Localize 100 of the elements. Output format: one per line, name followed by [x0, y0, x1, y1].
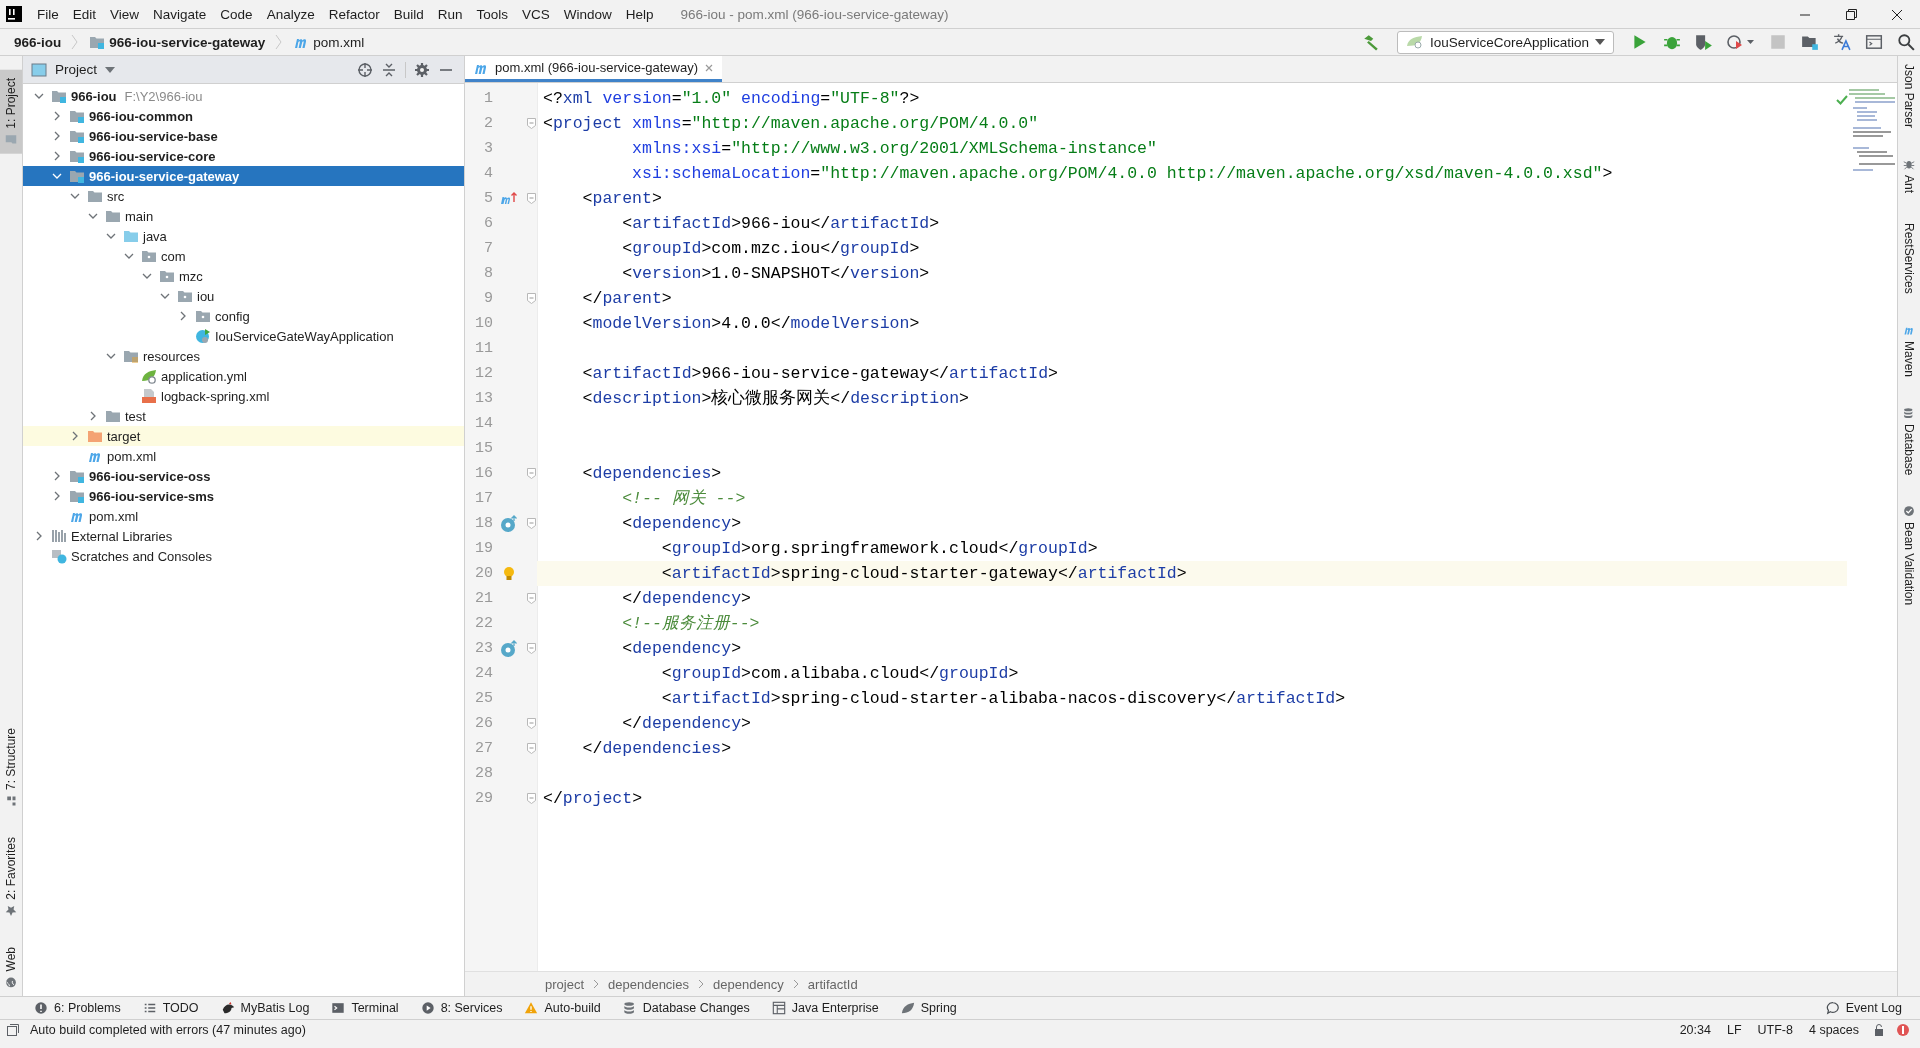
tree-item[interactable]: 966-iou-service-base [23, 126, 464, 146]
lock-icon[interactable] [1872, 1023, 1886, 1037]
tool-window-button[interactable]: Spring [892, 1001, 965, 1015]
lightbulb-icon[interactable] [502, 565, 516, 582]
tree-item[interactable]: application.yml [23, 366, 464, 386]
panel-title[interactable]: Project [55, 62, 98, 77]
tree-item[interactable]: config [23, 306, 464, 326]
close-icon[interactable] [704, 62, 714, 73]
tree-item[interactable]: 966-iou-common [23, 106, 464, 126]
menu-item[interactable]: Help [618, 6, 661, 22]
breadcrumb-item[interactable]: artifactId [807, 976, 858, 992]
tool-window-button[interactable]: Terminal [323, 1001, 407, 1015]
event-log-button[interactable]: Event Log [1817, 1001, 1910, 1015]
tree-item[interactable]: iou [23, 286, 464, 306]
tool-window-button[interactable]: Java Enterprise [763, 1001, 887, 1015]
tool-window-button[interactable]: Auto-build [516, 1001, 609, 1015]
tree-item[interactable]: logback-spring.xml [23, 386, 464, 406]
indent-setting[interactable]: 4 spaces [1805, 1023, 1862, 1037]
profiler-icon[interactable] [1727, 33, 1755, 51]
tree-item[interactable]: main [23, 206, 464, 226]
tree-item[interactable]: External Libraries [23, 526, 464, 546]
locate-icon[interactable] [357, 61, 373, 78]
fold-marker-icon[interactable] [526, 118, 536, 129]
tree-item[interactable]: 966-iou-service-core [23, 146, 464, 166]
tree-item[interactable]: resources [23, 346, 464, 366]
tool-window-button[interactable]: 1: Project [0, 70, 22, 154]
parent-link-icon[interactable] [500, 190, 518, 207]
tree-item[interactable]: src [23, 186, 464, 206]
tree-item[interactable]: mzc [23, 266, 464, 286]
fold-marker-icon[interactable] [526, 193, 536, 204]
tool-window-button[interactable]: 6: Problems [26, 1001, 129, 1015]
bean-icon[interactable] [500, 639, 518, 658]
editor-tab[interactable]: pom.xml (966-iou-service-gateway) [465, 56, 722, 82]
collapse-all-icon[interactable] [381, 61, 397, 78]
hammer-icon[interactable] [1361, 33, 1380, 51]
run-configuration-dropdown[interactable]: IouServiceCoreApplication [1396, 30, 1614, 54]
tool-window-button[interactable]: Bean Validation [1898, 497, 1920, 614]
tool-window-button[interactable]: 8: Services [412, 1001, 511, 1015]
tree-item[interactable]: IouServiceGateWayApplication [23, 326, 464, 346]
tree-item[interactable]: java [23, 226, 464, 246]
project-structure-icon[interactable] [1801, 33, 1819, 51]
tree-item[interactable]: 966-iou-service-sms [23, 486, 464, 506]
tool-window-button[interactable]: TODO [134, 1001, 207, 1015]
tree-item[interactable]: test [23, 406, 464, 426]
menu-item[interactable]: Window [556, 6, 619, 22]
breadcrumb-item[interactable]: 966-iou [10, 34, 66, 50]
tool-window-button[interactable]: Json Parser [1898, 56, 1920, 137]
caret-icon[interactable] [105, 66, 116, 73]
menu-item[interactable]: Code [213, 6, 260, 22]
tree-item[interactable]: pom.xml [23, 506, 464, 526]
fold-marker-icon[interactable] [526, 468, 536, 479]
tree-item[interactable]: target [23, 426, 464, 446]
notification-icon[interactable] [1896, 1023, 1910, 1037]
file-encoding[interactable]: UTF-8 [1754, 1023, 1796, 1037]
tool-window-button[interactable]: 7: Structure [0, 719, 22, 815]
fold-marker-icon[interactable] [526, 643, 536, 654]
menu-item[interactable]: VCS [515, 6, 557, 22]
breadcrumb-item[interactable]: dependencies [608, 976, 689, 992]
breadcrumb-item[interactable]: project [545, 976, 585, 992]
menu-item[interactable]: Edit [65, 6, 104, 22]
menu-item[interactable]: Run [430, 6, 470, 22]
breadcrumb-item[interactable]: dependency [713, 976, 784, 992]
tool-window-button[interactable]: Database [1898, 398, 1920, 484]
tree-item[interactable]: pom.xml [23, 446, 464, 466]
search-icon[interactable] [1897, 33, 1915, 51]
menu-item[interactable]: View [103, 6, 147, 22]
breadcrumb-item[interactable]: pom.xml [289, 34, 369, 50]
tree-item[interactable]: 966-iou-service-oss [23, 466, 464, 486]
breadcrumb-item[interactable]: 966-iou-service-gateway [85, 34, 270, 50]
window-icon[interactable] [1865, 33, 1883, 51]
tree-item[interactable]: Scratches and Consoles [23, 546, 464, 566]
tree-item[interactable]: 966-iou F:\Y2\966-iou [23, 86, 464, 106]
translate-icon[interactable] [1833, 33, 1851, 51]
tool-window-button[interactable]: Ant [1898, 150, 1920, 202]
fold-marker-icon[interactable] [526, 718, 536, 729]
settings-icon[interactable] [414, 61, 430, 78]
menu-item[interactable]: Refactor [321, 6, 387, 22]
menu-item[interactable]: Tools [469, 6, 515, 22]
shield-run-icon[interactable] [1695, 33, 1713, 51]
tree-item[interactable]: com [23, 246, 464, 266]
fold-marker-icon[interactable] [526, 293, 536, 304]
tool-window-button[interactable]: Web [0, 938, 22, 996]
caret-position[interactable]: 20:34 [1676, 1023, 1714, 1037]
menu-item[interactable]: File [30, 6, 66, 22]
tool-window-button[interactable]: 2: Favorites [0, 828, 22, 925]
fold-marker-icon[interactable] [526, 793, 536, 804]
menu-item[interactable]: Build [386, 6, 431, 22]
menu-item[interactable]: Analyze [259, 6, 322, 22]
tool-window-button[interactable]: Database Changes [614, 1001, 758, 1015]
tool-window-button[interactable]: MyBatis Log [212, 1001, 318, 1015]
menu-item[interactable]: Navigate [146, 6, 214, 22]
fold-marker-icon[interactable] [526, 743, 536, 754]
tool-window-button[interactable]: Maven [1898, 315, 1920, 385]
panel-toggle-icon[interactable] [6, 1023, 20, 1037]
fold-marker-icon[interactable] [526, 518, 536, 529]
fold-marker-icon[interactable] [526, 593, 536, 604]
line-separator[interactable]: LF [1723, 1023, 1745, 1037]
tool-window-button[interactable]: RestServices [1898, 215, 1920, 302]
tree-item[interactable]: 966-iou-service-gateway [23, 166, 464, 186]
bean-icon[interactable] [500, 514, 518, 533]
